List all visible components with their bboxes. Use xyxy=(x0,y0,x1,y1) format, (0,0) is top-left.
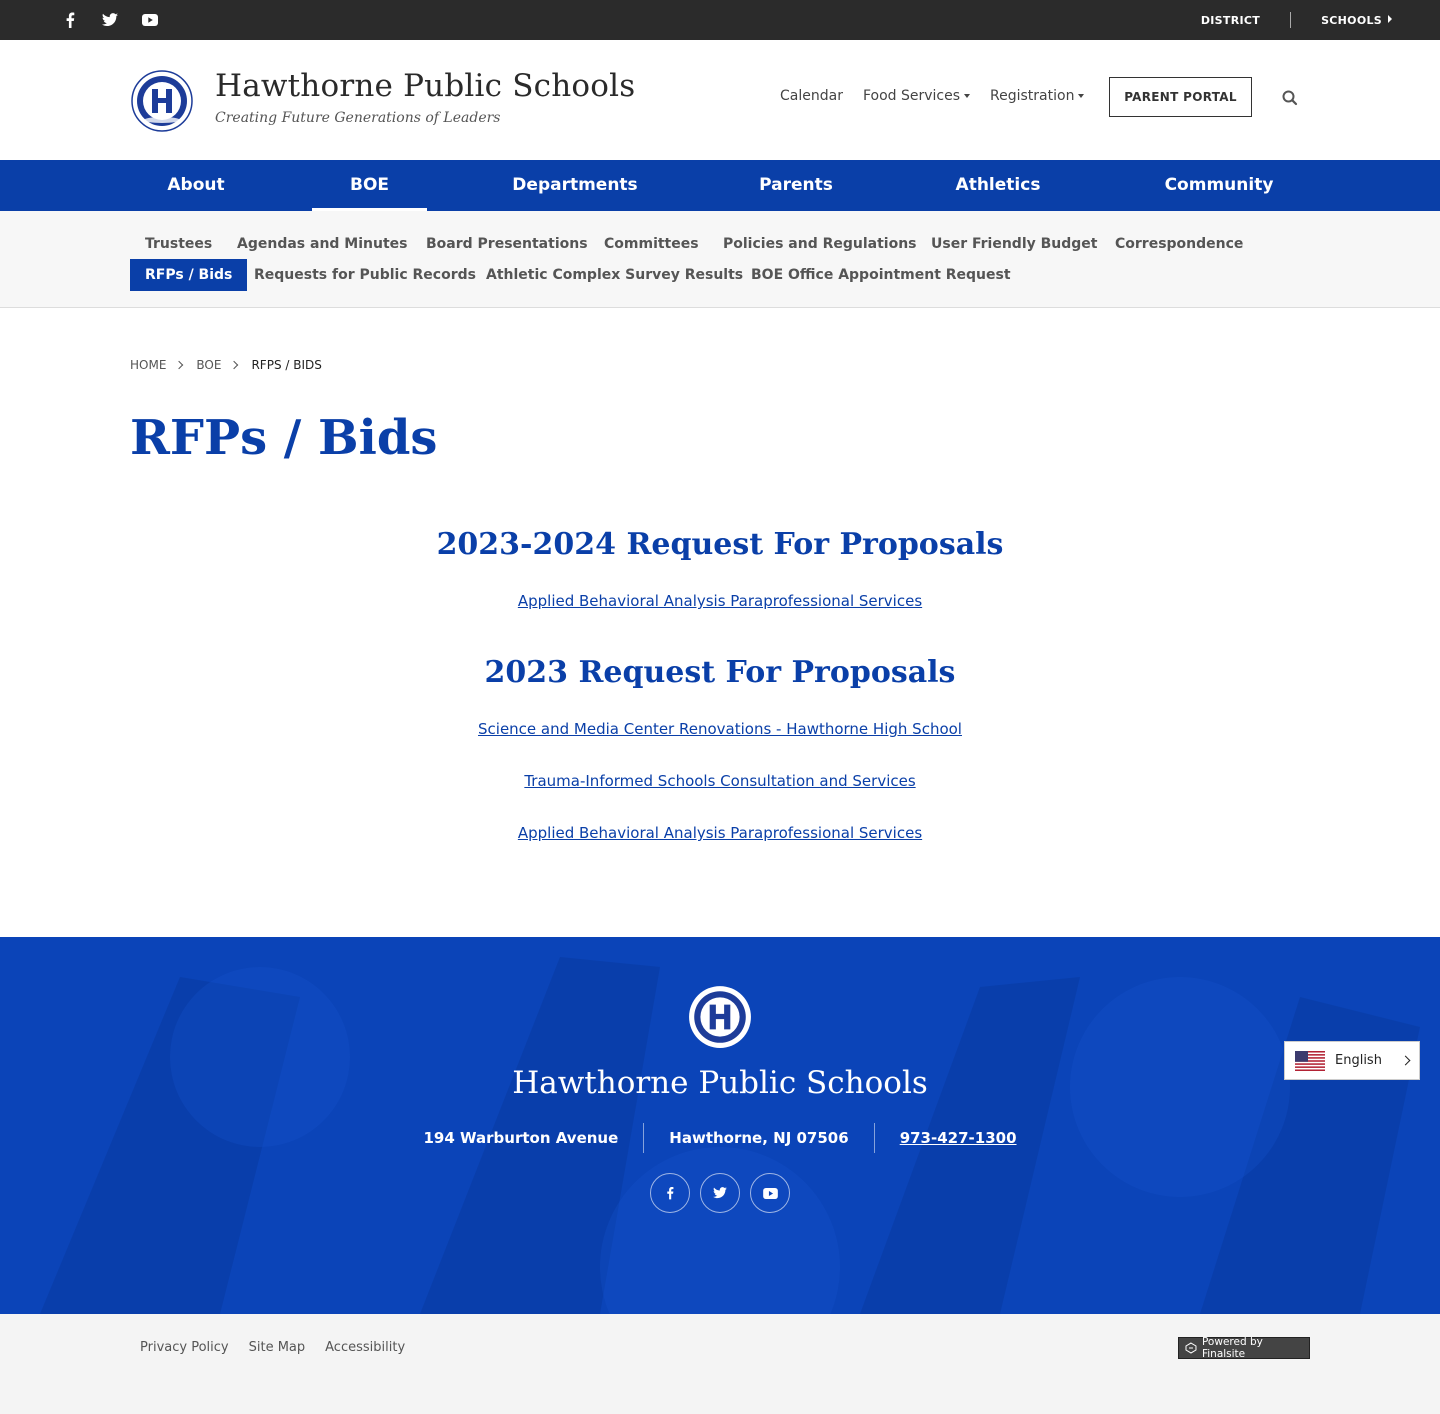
breadcrumb: HOME BOE RFPS / BIDS xyxy=(130,358,322,372)
subnav-trustees[interactable]: Trustees xyxy=(130,228,227,260)
divider xyxy=(873,1123,875,1153)
subnav-board-presentations[interactable]: Board Presentations xyxy=(411,228,603,260)
subnav-budget[interactable]: User Friendly Budget xyxy=(916,228,1113,260)
chevron-right-icon xyxy=(230,360,239,370)
accessibility-link[interactable]: Accessibility xyxy=(325,1340,405,1355)
legal-bar: Privacy Policy Site Map Accessibility Po… xyxy=(0,1314,1440,1414)
document-link[interactable]: Trauma-Informed Schools Consultation and… xyxy=(524,772,915,790)
site-tagline: Creating Future Generations of Leaders xyxy=(215,110,501,126)
schools-dropdown[interactable]: SCHOOLS xyxy=(1321,14,1392,27)
main-navigation: About BOE Departments Parents Athletics … xyxy=(0,160,1440,211)
language-selector[interactable]: English xyxy=(1284,1041,1420,1080)
district-logo[interactable] xyxy=(130,70,194,132)
registration-label: Registration xyxy=(990,88,1075,104)
subnav-public-records[interactable]: Requests for Public Records xyxy=(239,259,491,291)
calendar-link[interactable]: Calendar xyxy=(780,88,843,104)
us-flag-icon xyxy=(1295,1050,1325,1071)
subnav-survey[interactable]: Athletic Complex Survey Results xyxy=(471,259,758,291)
site-header: Hawthorne Public Schools Creating Future… xyxy=(0,40,1440,160)
footer-logo[interactable] xyxy=(687,985,753,1049)
parent-portal-button[interactable]: PARENT PORTAL xyxy=(1109,77,1252,117)
subnav-committees[interactable]: Committees xyxy=(589,228,714,260)
food-services-dropdown[interactable]: Food Services xyxy=(862,88,971,104)
facebook-icon[interactable] xyxy=(650,1173,690,1213)
utility-links: DISTRICT SCHOOLS xyxy=(1201,0,1392,40)
district-link[interactable]: DISTRICT xyxy=(1201,14,1260,27)
caret-down-icon xyxy=(964,94,971,98)
document-link-row: Trauma-Informed Schools Consultation and… xyxy=(0,772,1440,790)
language-label: English xyxy=(1335,1053,1382,1068)
youtube-icon[interactable] xyxy=(140,10,160,30)
powered-by-label: Powered by Finalsite xyxy=(1201,1336,1263,1360)
youtube-icon[interactable] xyxy=(750,1173,790,1213)
footer-social-links xyxy=(650,1173,790,1213)
section-heading: 2023-2024 Request For Proposals xyxy=(436,527,1004,562)
footer-city: Hawthorne, NJ 07506 xyxy=(669,1129,849,1147)
caret-down-icon xyxy=(1078,94,1085,98)
footer-address: 194 Warburton Avenue xyxy=(423,1129,619,1147)
subnav-policies[interactable]: Policies and Regulations xyxy=(708,228,932,260)
facebook-icon[interactable] xyxy=(60,10,80,30)
document-link-row: Applied Behavioral Analysis Paraprofessi… xyxy=(0,824,1440,842)
food-services-label: Food Services xyxy=(862,88,961,104)
search-icon[interactable] xyxy=(1281,89,1299,107)
site-title[interactable]: Hawthorne Public Schools xyxy=(215,68,635,104)
document-link[interactable]: Applied Behavioral Analysis Paraprofessi… xyxy=(518,592,922,610)
footer-contact: 194 Warburton Avenue Hawthorne, NJ 07506… xyxy=(0,1123,1440,1153)
nav-parents[interactable]: Parents xyxy=(724,160,868,211)
schools-label: SCHOOLS xyxy=(1321,13,1382,27)
site-footer: Hawthorne Public Schools 194 Warburton A… xyxy=(0,937,1440,1314)
divider xyxy=(1290,12,1292,28)
section-subnav: Trustees Agendas and Minutes Board Prese… xyxy=(0,211,1440,308)
caret-right-icon xyxy=(1388,14,1392,23)
site-map-link[interactable]: Site Map xyxy=(249,1340,306,1355)
legal-links: Privacy Policy Site Map Accessibility xyxy=(140,1340,405,1355)
breadcrumb-boe[interactable]: BOE xyxy=(196,358,221,372)
nav-about[interactable]: About xyxy=(130,160,262,211)
chevron-right-icon xyxy=(175,360,184,370)
nav-athletics[interactable]: Athletics xyxy=(918,160,1078,211)
header-links: Calendar Food Services Registration xyxy=(780,88,1085,104)
utility-bar: DISTRICT SCHOOLS xyxy=(0,0,1440,40)
breadcrumb-current: RFPS / BIDS xyxy=(251,358,322,372)
section-heading: 2023 Request For Proposals xyxy=(484,655,956,690)
privacy-policy-link[interactable]: Privacy Policy xyxy=(140,1340,229,1355)
page-title: RFPs / Bids xyxy=(130,410,438,466)
nav-community[interactable]: Community xyxy=(1128,160,1310,211)
nav-boe[interactable]: BOE xyxy=(312,160,427,211)
registration-dropdown[interactable]: Registration xyxy=(990,88,1085,104)
subnav-correspondence[interactable]: Correspondence xyxy=(1100,228,1258,260)
footer-phone-link[interactable]: 973-427-1300 xyxy=(900,1129,1017,1147)
subnav-appointment[interactable]: BOE Office Appointment Request xyxy=(736,259,1026,291)
social-links xyxy=(60,10,160,30)
footer-title: Hawthorne Public Schools xyxy=(512,1065,928,1101)
twitter-icon[interactable] xyxy=(100,10,120,30)
document-link[interactable]: Science and Media Center Renovations - H… xyxy=(478,720,962,738)
document-link[interactable]: Applied Behavioral Analysis Paraprofessi… xyxy=(518,824,922,842)
subnav-agendas[interactable]: Agendas and Minutes xyxy=(222,228,423,260)
divider xyxy=(643,1123,645,1153)
twitter-icon[interactable] xyxy=(700,1173,740,1213)
document-link-row: Science and Media Center Renovations - H… xyxy=(0,720,1440,738)
powered-by-badge[interactable]: Powered by Finalsite xyxy=(1178,1336,1310,1360)
finalsite-logo-icon xyxy=(1185,1342,1197,1354)
document-link-row: Applied Behavioral Analysis Paraprofessi… xyxy=(0,592,1440,610)
breadcrumb-home[interactable]: HOME xyxy=(130,358,166,372)
chevron-right-icon xyxy=(1400,1055,1411,1066)
nav-departments[interactable]: Departments xyxy=(476,160,674,211)
subnav-rfps[interactable]: RFPs / Bids xyxy=(130,259,248,291)
